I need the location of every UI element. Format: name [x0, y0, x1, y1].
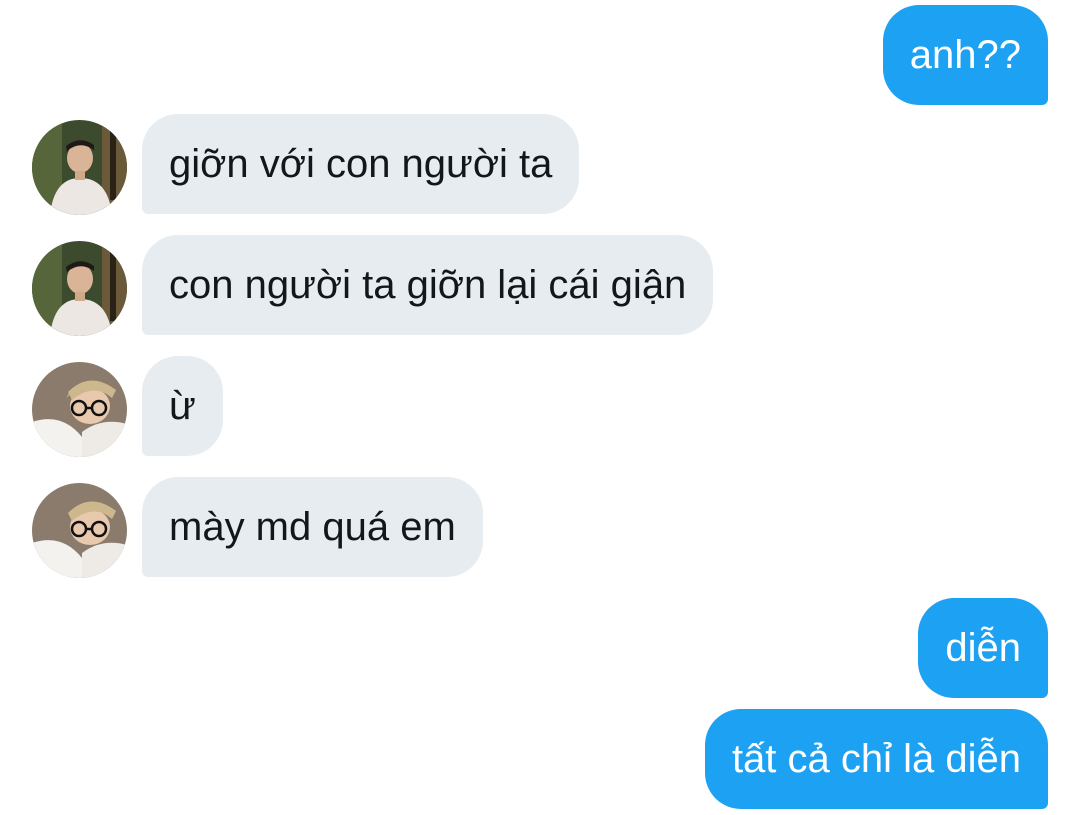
contact-avatar[interactable]: [32, 483, 127, 578]
message-bubble-incoming[interactable]: mày md quá em: [142, 477, 483, 577]
message-text: tất cả chỉ là diễn: [731, 737, 1021, 781]
message-text: mày md quá em: [169, 505, 456, 549]
message-text: diễn: [945, 626, 1021, 670]
contact-avatar[interactable]: [32, 362, 127, 457]
message-bubble-incoming[interactable]: con người ta giỡn lại cái giận: [142, 235, 714, 335]
message-bubble-incoming[interactable]: ừ: [142, 356, 223, 456]
message-text: giỡn với con người ta: [169, 142, 553, 186]
contact-avatar[interactable]: [32, 241, 127, 336]
message-bubble-outgoing[interactable]: diễn: [918, 598, 1048, 698]
message-bubble-outgoing[interactable]: tất cả chỉ là diễn: [704, 709, 1048, 809]
message-text: ừ: [169, 384, 196, 428]
contact-avatar[interactable]: [32, 120, 127, 215]
message-text: anh??: [909, 33, 1021, 77]
message-text: con người ta giỡn lại cái giận: [169, 263, 687, 307]
message-bubble-incoming[interactable]: giỡn với con người ta: [142, 114, 580, 214]
message-bubble-outgoing[interactable]: anh??: [882, 5, 1048, 105]
